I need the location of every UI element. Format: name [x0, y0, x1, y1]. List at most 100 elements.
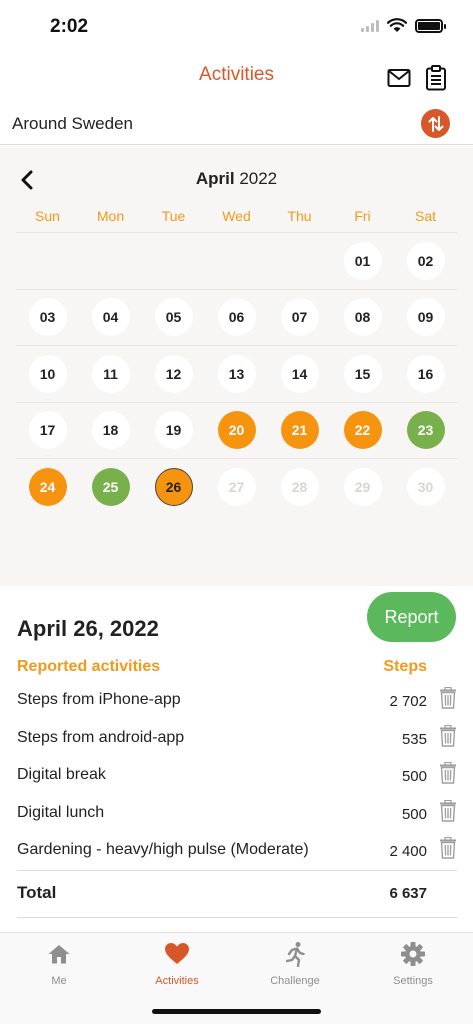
calendar-day[interactable]: 07	[280, 298, 319, 336]
status-time: 2:02	[50, 16, 89, 37]
calendar-day[interactable]: 23	[406, 411, 445, 449]
tab-label-activities: Activities	[155, 975, 199, 987]
calendar-day[interactable]: 03	[28, 298, 67, 336]
tab-settings[interactable]: Settings	[354, 941, 472, 991]
team-selector[interactable]: Around Sweden	[0, 102, 473, 145]
nav-bar: Activities	[0, 54, 473, 100]
calendar-day[interactable]: 21	[280, 411, 319, 449]
tab-me[interactable]: Me	[0, 941, 118, 991]
mail-icon[interactable]	[385, 64, 413, 92]
calendar-day[interactable]: 19	[154, 411, 193, 449]
clipboard-icon[interactable]	[422, 64, 450, 92]
weekday-label: Mon	[96, 208, 125, 224]
gear-icon	[400, 941, 426, 967]
calendar-day[interactable]: 25	[91, 467, 130, 506]
activity-steps: 500	[401, 768, 427, 785]
trash-icon[interactable]	[439, 686, 457, 709]
activity-list-header: Reported activities Steps	[17, 658, 427, 678]
status-bar: 2:02	[0, 0, 473, 54]
calendar-day[interactable]: 05	[154, 298, 193, 336]
calendar-cell: 07	[268, 290, 331, 345]
trash-icon[interactable]	[439, 724, 457, 747]
calendar-day[interactable]: 24	[28, 467, 67, 506]
calendar-day[interactable]: 01	[343, 241, 382, 280]
calendar-year: 2022	[239, 169, 278, 188]
calendar-day[interactable]: 13	[217, 354, 256, 393]
calendar-day[interactable]: 04	[91, 298, 130, 336]
calendar-cell: 22	[331, 403, 394, 458]
calendar-cell	[79, 233, 142, 288]
calendar-cell: 03	[16, 290, 79, 345]
calendar-week-row: 24 25 26 27 28 29 30	[16, 458, 457, 514]
calendar-cell	[205, 233, 268, 288]
calendar-header: April 2022	[0, 168, 473, 192]
report-button[interactable]: Report	[367, 592, 456, 642]
activity-row: Digital lunch 500	[17, 799, 457, 829]
calendar-cell: 20	[205, 403, 268, 458]
calendar-day[interactable]: 14	[280, 354, 319, 393]
calendar-day[interactable]: 22	[343, 411, 382, 449]
tab-activities[interactable]: Activities	[118, 941, 236, 991]
activity-row: Gardening - heavy/high pulse (Moderate) 2…	[17, 836, 457, 866]
calendar-cell: 18	[79, 403, 142, 458]
activity-name: Digital lunch	[17, 803, 105, 821]
calendar-day[interactable]: 18	[91, 411, 130, 449]
calendar-day[interactable]: 12	[154, 354, 193, 393]
calendar-week-row: 17 18 19 20 21 22 23	[16, 401, 457, 458]
calendar-month: April	[195, 169, 235, 188]
activity-steps: 535	[401, 730, 427, 748]
calendar-day[interactable]: 09	[406, 298, 445, 336]
calendar-day[interactable]: 16	[406, 354, 445, 393]
calendar-cell: 08	[331, 290, 394, 345]
activity-steps: 2 400	[389, 843, 427, 860]
calendar-day[interactable]: 20	[217, 411, 256, 449]
selected-date: April 26, 2022	[17, 616, 159, 641]
steps-heading: Steps	[383, 658, 427, 675]
trash-icon[interactable]	[439, 761, 457, 784]
activity-row: Digital break 500	[17, 761, 457, 791]
calendar-cell: 11	[79, 346, 142, 401]
activity-name: Steps from android-app	[17, 728, 185, 746]
weekday-label: Thu	[287, 208, 312, 224]
calendar-day[interactable]: 02	[406, 241, 445, 280]
calendar-week-row: 03 04 05 06 07 08 09	[16, 288, 457, 345]
calendar-day[interactable]: 10	[28, 354, 67, 393]
tab-label-challenge: Challenge	[270, 975, 320, 987]
weekday-row: Sun Mon Tue Wed Thu Fri Sat	[16, 208, 457, 224]
home-icon	[46, 941, 72, 967]
calendar-cell: 27	[205, 459, 268, 514]
calendar-day: 28	[280, 467, 319, 506]
calendar-cell: 28	[268, 459, 331, 514]
calendar-cell: 14	[268, 346, 331, 401]
battery-icon	[415, 18, 446, 33]
heart-icon	[164, 941, 190, 967]
calendar-cell: 23	[394, 403, 457, 458]
tab-challenge[interactable]: Challenge	[236, 941, 354, 991]
switch-team-button[interactable]	[421, 109, 450, 138]
calendar-cell: 25	[79, 459, 142, 514]
calendar-cell: 09	[394, 290, 457, 345]
calendar-cell: 10	[16, 346, 79, 401]
tab-label-me: Me	[51, 975, 67, 987]
calendar-day[interactable]: 11	[91, 354, 130, 393]
calendar-cell	[268, 233, 331, 288]
calendar: April 2022 Sun Mon Tue Wed Thu Fri Sat 01 02 03 0…	[0, 146, 473, 586]
calendar-cell: 29	[331, 459, 394, 514]
activity-steps: 2 702	[389, 693, 427, 710]
calendar-day[interactable]: 06	[217, 298, 256, 336]
trash-icon[interactable]	[439, 799, 457, 822]
activity-row: Steps from iPhone-app 2 702	[17, 686, 457, 716]
calendar-day[interactable]: 08	[343, 298, 382, 336]
calendar-day[interactable]: 15	[343, 354, 382, 393]
calendar-day-selected[interactable]: 26	[154, 467, 193, 506]
calendar-cell: 05	[142, 290, 205, 345]
calendar-cell: 15	[331, 346, 394, 401]
weekday-label: Wed	[222, 208, 251, 224]
calendar-month-title: April 2022	[0, 169, 473, 189]
calendar-day[interactable]: 17	[28, 411, 67, 449]
calendar-cell: 01	[331, 233, 394, 288]
trash-icon[interactable]	[439, 836, 457, 859]
weekday-label: Sat	[414, 208, 436, 224]
signal-icon	[361, 19, 379, 32]
activity-name: Gardening - heavy/high pulse (Moderate)	[17, 841, 309, 858]
